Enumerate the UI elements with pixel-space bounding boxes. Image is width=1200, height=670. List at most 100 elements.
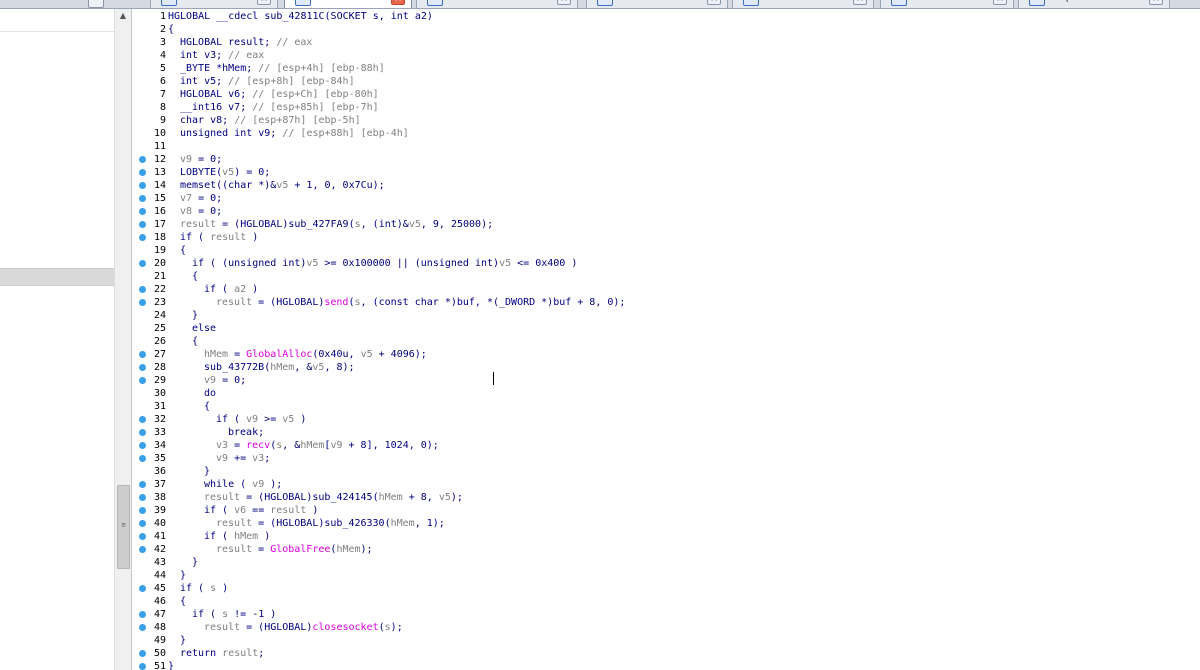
pseudocode-view[interactable]: 1 HGLOBAL __cdecl sub_42811C(SOCKET s, in… [134,9,1200,670]
tab-0[interactable]: IDA View-A × [150,0,278,8]
code-text: v3 = recv(s, &hMem[v9 + 8], 1024, 0); [216,439,439,452]
code-token: { [180,245,187,256]
close-icon[interactable]: × [853,0,867,5]
line-number: 37 [153,479,166,490]
code-token: result [204,622,241,633]
tab-4[interactable]: Structures × [732,0,874,8]
code-token: { [180,596,187,607]
vertical-scrollbar[interactable]: ▲ ≡ [114,9,132,670]
close-icon[interactable]: × [391,0,405,5]
code-line[interactable]: 48 result = (HGLOBAL)closesocket(s); [134,621,1200,634]
code-line[interactable]: 14 memset((char *)&v5 + 1, 0, 0x7Cu); [134,179,1200,192]
code-line[interactable]: 32 if ( v9 >= v5 ) [134,413,1200,426]
code-line[interactable]: 9 char v8; // [esp+87h] [ebp-5h] [134,114,1200,127]
code-line[interactable]: 21 { [134,270,1200,283]
close-icon[interactable]: × [557,0,571,5]
close-icon[interactable]: × [993,0,1007,5]
line-number: 9 [159,115,166,126]
code-token: = [252,544,271,555]
code-line[interactable]: 40 result = (HGLOBAL)sub_426330(hMem, 1); [134,517,1200,530]
code-token: = (HGLOBAL)sub_426330( [252,518,391,529]
code-text: if ( (unsigned int)v5 >= 0x100000 || (un… [192,257,577,270]
code-line[interactable]: 33 break; [134,426,1200,439]
code-line[interactable]: 49} [134,634,1200,647]
code-line[interactable]: 51} [134,660,1200,670]
code-line[interactable]: 22 if ( a2 ) [134,283,1200,296]
code-line[interactable]: 27 hMem = GlobalAlloc(0x40u, v5 + 4096); [134,348,1200,361]
close-icon[interactable]: × [257,0,271,5]
code-token: v5 [499,258,512,269]
code-token: int v5; [180,76,229,87]
tab-6[interactable]: Imports × [1018,0,1170,8]
line-number: 7 [159,89,166,100]
code-token: v5 [276,180,289,191]
scroll-up-arrow-icon[interactable]: ▲ [116,9,130,23]
tab-3[interactable]: Hex View-1 × [586,0,728,8]
code-token: ); [450,492,463,503]
code-line[interactable]: 28 sub_43772B(hMem, &v5, 8); [134,361,1200,374]
code-line[interactable]: 30 do [134,387,1200,400]
tab-scroll-icon[interactable] [88,0,104,8]
code-line[interactable]: 3 HGLOBAL result; // eax [134,36,1200,49]
code-token: if ( [180,583,211,594]
code-token: = 0; [192,193,223,204]
code-token: memset((char *)& [180,180,277,191]
code-text: result = (HGLOBAL)closesocket(s); [204,621,403,634]
line-number: 3 [159,37,166,48]
code-line[interactable]: 37 while ( v9 ); [134,478,1200,491]
tab-1[interactable]: Pseudocode-B× [284,0,412,8]
code-text: LOBYTE(v5) = 0; [180,166,270,179]
code-line[interactable]: 44} [134,569,1200,582]
close-icon[interactable]: × [707,0,721,5]
code-token: , 8); [324,362,355,373]
line-number: 22 [153,284,166,295]
code-line[interactable]: 20 if ( (unsigned int)v5 >= 0x100000 || (… [134,257,1200,270]
code-text: result = GlobalFree(hMem); [216,543,373,556]
code-line[interactable]: 12 v9 = 0; [134,153,1200,166]
code-line[interactable]: 36} [134,465,1200,478]
code-line[interactable]: 29 v9 = 0; [134,374,1200,387]
code-token: HGLOBAL __cdecl sub_42811C(SOCKET s, int… [168,11,433,22]
code-line[interactable]: 45 if ( s ) [134,582,1200,595]
code-token: } [204,466,211,477]
code-line[interactable]: 17 result = (HGLOBAL)sub_427FA9(s, (int)&… [134,218,1200,231]
scrollbar-thumb[interactable]: ≡ [117,485,130,569]
close-icon[interactable]: × [1149,0,1163,5]
code-line[interactable]: 38 result = (HGLOBAL)sub_424145(hMem + 8,… [134,491,1200,504]
code-line[interactable]: 1 HGLOBAL __cdecl sub_42811C(SOCKET s, in… [134,10,1200,23]
code-line[interactable]: 47 if ( s != -1 ) [134,608,1200,621]
function-list[interactable] [0,9,114,670]
code-token: { [192,271,199,282]
code-line[interactable]: 42 result = GlobalFree(hMem); [134,543,1200,556]
tab-2[interactable]: Pseudocode-A × [416,0,578,8]
code-line[interactable]: 15 v7 = 0; [134,192,1200,205]
code-line[interactable]: 2{ [134,23,1200,36]
code-line[interactable]: 23 result = (HGLOBAL)send(s, (const char … [134,296,1200,309]
code-line[interactable]: 26 { [134,335,1200,348]
code-line[interactable]: 25 else [134,322,1200,335]
code-line[interactable]: 16 v8 = 0; [134,205,1200,218]
code-line[interactable]: 39 if ( v6 == result ) [134,504,1200,517]
tab-5[interactable]: Enums × [880,0,1014,8]
code-line[interactable]: 46 { [134,595,1200,608]
code-line[interactable]: 5 _BYTE *hMem; // [esp+4h] [ebp-88h] [134,62,1200,75]
code-line[interactable]: 34 v3 = recv(s, &hMem[v9 + 8], 1024, 0); [134,439,1200,452]
code-line[interactable]: 6 int v5; // [esp+8h] [ebp-84h] [134,75,1200,88]
code-line[interactable]: 43} [134,556,1200,569]
code-line[interactable]: 31 { [134,400,1200,413]
code-line[interactable]: 35 v9 += v3; [134,452,1200,465]
code-line[interactable]: 10 unsigned int v9; // [esp+88h] [ebp-4h] [134,127,1200,140]
selected-list-item[interactable] [0,268,114,286]
code-line[interactable]: 7 HGLOBAL v6; // [esp+Ch] [ebp-80h] [134,88,1200,101]
code-line[interactable]: 4 int v3; // eax [134,49,1200,62]
code-line[interactable]: 8 __int16 v7; // [esp+85h] [ebp-7h] [134,101,1200,114]
line-number: 35 [153,453,166,464]
code-line[interactable]: 41 if ( hMem ) [134,530,1200,543]
code-line[interactable]: 19 { [134,244,1200,257]
code-line[interactable]: 18 if ( result ) [134,231,1200,244]
code-line[interactable]: 24} [134,309,1200,322]
view-icon [597,0,613,6]
code-line[interactable]: 11 [134,140,1200,153]
code-line[interactable]: 50 return result; [134,647,1200,660]
code-line[interactable]: 13 LOBYTE(v5) = 0; [134,166,1200,179]
